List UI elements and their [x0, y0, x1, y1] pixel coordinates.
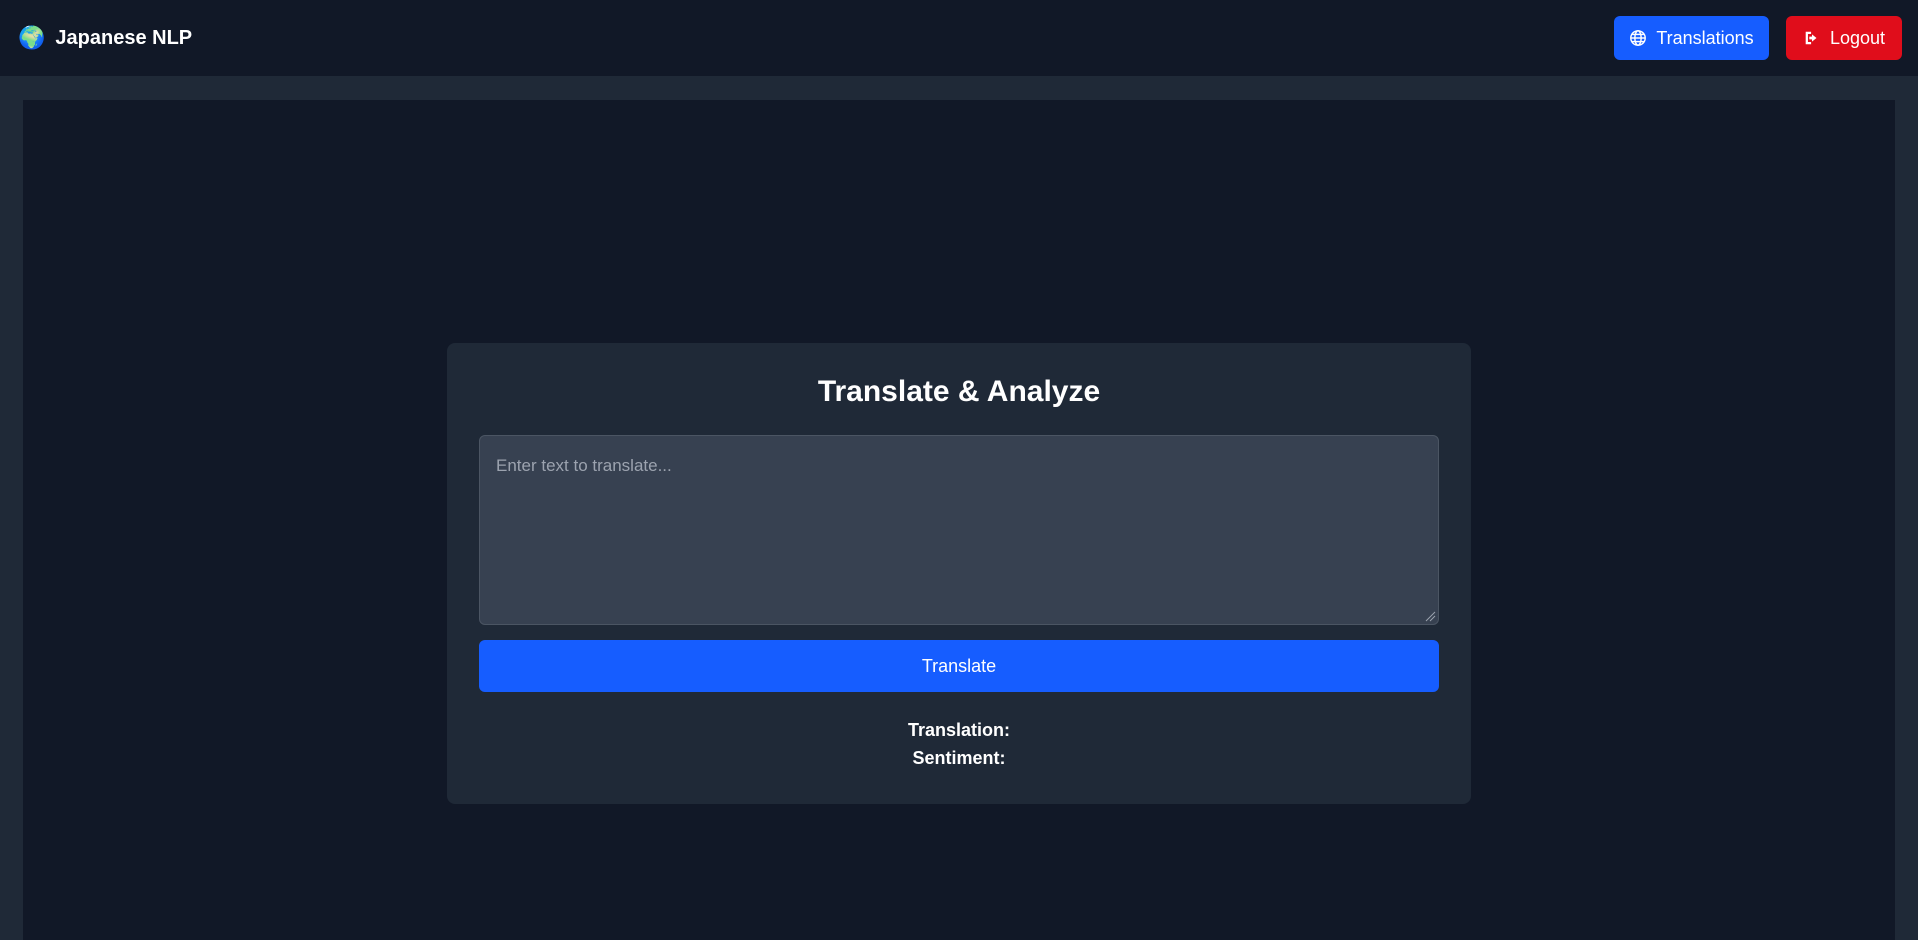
- resize-grip-icon[interactable]: [1424, 610, 1436, 622]
- sentiment-label: Sentiment:: [912, 748, 1006, 768]
- top-navbar: 🌍 Japanese NLP Translations Logout: [0, 0, 1918, 76]
- translate-card: Translate & Analyze Translate Translatio…: [447, 343, 1471, 804]
- logout-button-label: Logout: [1829, 27, 1886, 48]
- translate-button[interactable]: Translate: [479, 640, 1439, 692]
- card-title: Translate & Analyze: [817, 375, 1101, 408]
- translations-button[interactable]: Translations: [1614, 16, 1769, 60]
- translations-button-label: Translations: [1656, 27, 1754, 48]
- globe-emoji-icon: 🌍: [18, 25, 46, 50]
- sign-out-icon: [1803, 29, 1821, 47]
- brand-title: Japanese NLP: [55, 26, 193, 49]
- main-content: Translate & Analyze Translate Translatio…: [23, 100, 1895, 940]
- page-frame: Translate & Analyze Translate Translatio…: [0, 76, 1918, 940]
- globe-icon: [1629, 29, 1647, 47]
- nav-actions: Translations Logout: [1614, 16, 1902, 60]
- logout-button[interactable]: Logout: [1786, 16, 1902, 60]
- translation-label: Translation:: [907, 720, 1010, 740]
- translate-input[interactable]: [479, 435, 1439, 625]
- brand[interactable]: 🌍 Japanese NLP: [18, 27, 192, 50]
